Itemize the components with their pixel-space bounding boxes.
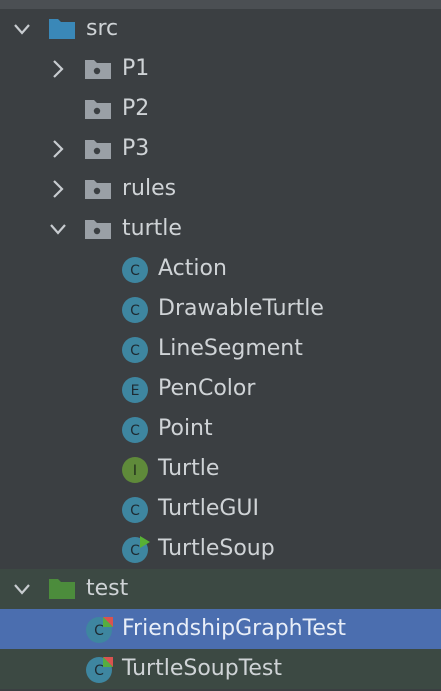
tree-label: test xyxy=(86,576,129,601)
svg-text:C: C xyxy=(130,343,140,359)
tree-row-class-drawableturtle[interactable]: C DrawableTurtle xyxy=(0,289,441,329)
package-folder-icon xyxy=(84,129,112,169)
tree-label: src xyxy=(86,16,119,41)
tree-row-class-turtlesoup[interactable]: C TurtleSoup xyxy=(0,529,441,569)
tree-label: DrawableTurtle xyxy=(158,296,324,321)
tree-row-class-point[interactable]: C Point xyxy=(0,409,441,449)
tree-row-class-turtlegui[interactable]: C TurtleGUI xyxy=(0,489,441,529)
enum-icon: E xyxy=(121,369,149,409)
tree-label: rules xyxy=(122,176,177,201)
class-icon: C xyxy=(121,489,149,529)
chevron-right-icon[interactable] xyxy=(48,129,72,169)
tree-label: Turtle xyxy=(158,456,220,481)
svg-text:C: C xyxy=(130,423,140,439)
test-folder-icon xyxy=(48,569,76,609)
svg-text:C: C xyxy=(130,543,140,559)
package-folder-icon xyxy=(84,89,112,129)
class-icon: C xyxy=(121,409,149,449)
chevron-right-icon[interactable] xyxy=(48,169,72,209)
tree-label: P1 xyxy=(122,56,150,81)
tree-row-package-p2[interactable]: P2 xyxy=(0,89,441,129)
tree-row-class-linesegment[interactable]: C LineSegment xyxy=(0,329,441,369)
package-folder-icon xyxy=(84,49,112,89)
tree-label: P3 xyxy=(122,136,150,161)
tree-label: TurtleGUI xyxy=(158,496,259,521)
svg-text:C: C xyxy=(130,263,140,279)
tree-label: turtle xyxy=(122,216,182,241)
tree-row-class-action[interactable]: C Action xyxy=(0,249,441,289)
chevron-down-icon[interactable] xyxy=(12,569,36,609)
class-icon: C xyxy=(121,289,149,329)
tree-label: FriendshipGraphTest xyxy=(122,616,346,641)
svg-text:E: E xyxy=(131,383,140,399)
tree-row-enum-pencolor[interactable]: E PenColor xyxy=(0,369,441,409)
source-folder-icon xyxy=(48,9,76,49)
package-folder-icon xyxy=(84,209,112,249)
chevron-right-icon[interactable] xyxy=(48,49,72,89)
svg-text:I: I xyxy=(133,463,137,479)
svg-text:C: C xyxy=(94,663,104,679)
tree-row-package-p1[interactable]: P1 xyxy=(0,49,441,89)
tree-row-src[interactable]: src xyxy=(0,9,441,49)
test-class-icon: C xyxy=(85,609,113,649)
tree-row-package-rules[interactable]: rules xyxy=(0,169,441,209)
tree-label: Point xyxy=(158,416,213,441)
class-icon: C xyxy=(121,249,149,289)
svg-text:C: C xyxy=(130,303,140,319)
interface-icon: I xyxy=(121,449,149,489)
tree-label: LineSegment xyxy=(158,336,303,361)
panel-top-border xyxy=(0,0,441,9)
tree-label: PenColor xyxy=(158,376,256,401)
tree-label: Action xyxy=(158,256,227,281)
svg-text:C: C xyxy=(130,503,140,519)
tree-label: P2 xyxy=(122,96,150,121)
chevron-down-icon[interactable] xyxy=(12,9,36,49)
test-class-icon: C xyxy=(85,649,113,689)
class-icon: C xyxy=(121,329,149,369)
tree-row-test[interactable]: test xyxy=(0,569,441,609)
svg-text:C: C xyxy=(94,623,104,639)
tree-row-test-friendshipgraphtest[interactable]: C FriendshipGraphTest xyxy=(0,609,441,649)
tree-label: TurtleSoupTest xyxy=(122,656,283,681)
tree-row-interface-turtle[interactable]: I Turtle xyxy=(0,449,441,489)
runnable-class-icon: C xyxy=(121,529,150,569)
tree-label: TurtleSoup xyxy=(158,536,275,561)
tree-row-package-p3[interactable]: P3 xyxy=(0,129,441,169)
tree-row-package-turtle[interactable]: turtle xyxy=(0,209,441,249)
tree-row-test-turtlesouptest[interactable]: C TurtleSoupTest xyxy=(0,649,441,689)
package-folder-icon xyxy=(84,169,112,209)
chevron-down-icon[interactable] xyxy=(48,209,72,249)
